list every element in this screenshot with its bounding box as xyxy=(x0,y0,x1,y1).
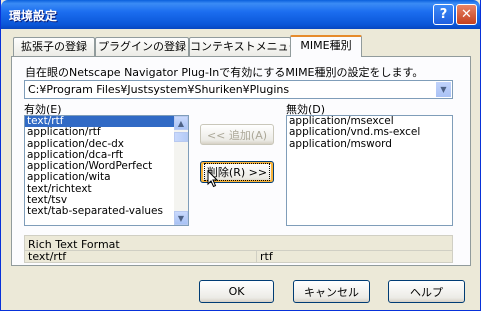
scroll-down-icon[interactable]: ▼ xyxy=(174,211,188,225)
scroll-thumb[interactable] xyxy=(174,132,188,142)
list-item[interactable]: text/tab-separated-values xyxy=(25,206,188,218)
window-title: 環境設定 xyxy=(9,9,58,23)
help-title-button[interactable]: ? xyxy=(433,4,454,25)
title-bar[interactable]: 環境設定 ? ✕ xyxy=(1,0,480,29)
ok-button[interactable]: OK xyxy=(199,280,274,303)
cancel-button[interactable]: キャンセル xyxy=(293,280,370,303)
close-icon: ✕ xyxy=(461,7,472,22)
enabled-listbox[interactable]: text/rtf application/rtf application/dec… xyxy=(24,115,189,226)
list-item[interactable]: application/vnd.ms-excel xyxy=(287,126,452,138)
description-text: 自在眼のNetscape Navigator Plug-Inで有効にするMIME… xyxy=(25,66,424,79)
vertical-scrollbar[interactable]: ▲ ▼ xyxy=(174,116,188,225)
tab-plugin-registration[interactable]: プラグインの登録 xyxy=(95,37,189,56)
mime-extension-value: rtf xyxy=(257,250,452,263)
plugin-path-combobox[interactable]: C:¥Program Files¥Justsystem¥Shuriken¥Plu… xyxy=(24,80,453,99)
chevron-down-icon[interactable]: ▼ xyxy=(436,82,451,97)
dialog-window: 環境設定 ? ✕ 拡張子の登録 プラグインの登録 コンテキストメニュー MIME… xyxy=(0,0,481,311)
mime-type-value: text/rtf xyxy=(25,250,257,263)
tab-mime-type[interactable]: MIME種別 xyxy=(290,35,362,57)
tab-strip: 拡張子の登録 プラグインの登録 コンテキストメニュー MIME種別 xyxy=(11,35,471,57)
scroll-up-icon[interactable]: ▲ xyxy=(174,116,188,130)
plugin-path-value: C:¥Program Files¥Justsystem¥Shuriken¥Plu… xyxy=(28,83,290,96)
add-button[interactable]: << 追加(A) xyxy=(200,124,274,145)
question-icon: ? xyxy=(439,7,448,22)
help-button[interactable]: ヘルプ xyxy=(388,280,465,303)
tab-context-menu[interactable]: コンテキストメニュー xyxy=(189,37,300,56)
enabled-list: text/rtf application/rtf application/dec… xyxy=(25,116,188,218)
mouse-cursor-icon xyxy=(207,170,219,188)
disabled-listbox[interactable]: application/msexcel application/vnd.ms-e… xyxy=(286,115,453,226)
list-item[interactable]: application/rtf xyxy=(25,126,188,138)
list-item[interactable]: application/msword xyxy=(287,138,452,150)
close-button[interactable]: ✕ xyxy=(456,4,477,25)
mime-info-grid: Rich Text Format text/rtf rtf xyxy=(24,235,453,263)
tab-extension-registration[interactable]: 拡張子の登録 xyxy=(13,37,95,56)
